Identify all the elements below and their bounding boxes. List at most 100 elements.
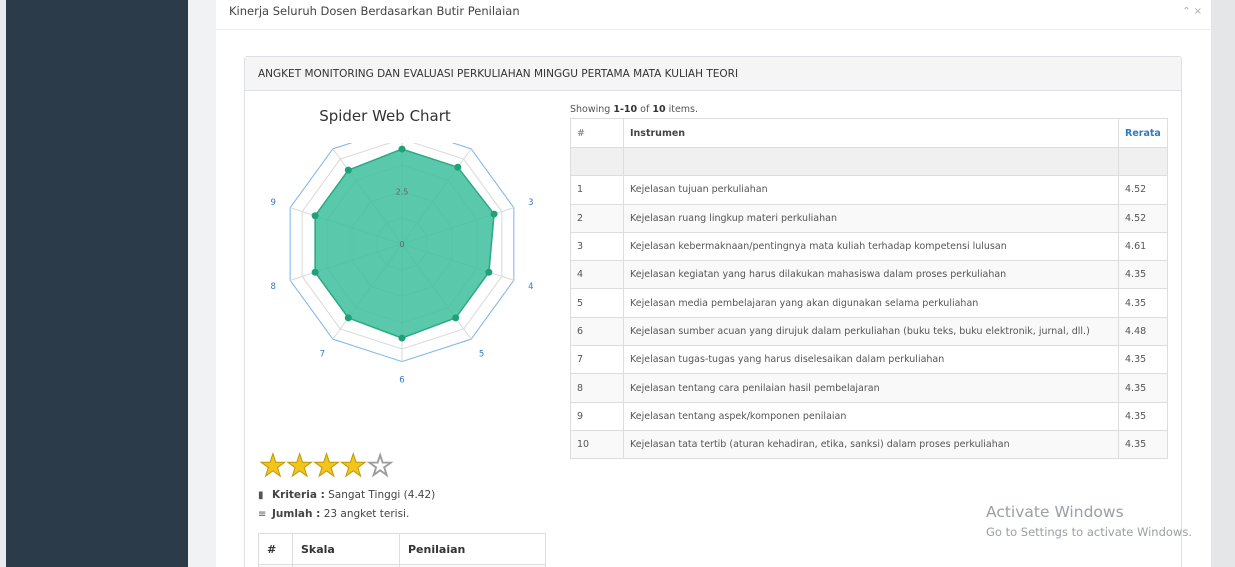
col-num: #: [570, 118, 624, 148]
radar-point: [344, 166, 352, 174]
radar-point: [344, 314, 352, 322]
panel-title: Kinerja Seluruh Dosen Berdasarkan Butir …: [229, 4, 520, 18]
cell-mean: 4.35: [1118, 429, 1168, 460]
cell-num: 5: [570, 288, 624, 318]
star-filled-icon: ★: [285, 448, 314, 484]
close-icon[interactable]: ×: [1194, 6, 1205, 17]
cell-num: 8: [570, 373, 624, 403]
table-summary: Showing 1-10 of 10 items.: [570, 104, 699, 115]
table-row: 9 Kejelasan tentang aspek/komponen penila…: [570, 401, 1168, 431]
cell-instrument: Kejelasan kegiatan yang harus dilakukan …: [623, 260, 1119, 290]
cell-num: 9: [570, 401, 624, 431]
cell-instrument: Kejelasan tujuan perkuliahan: [623, 175, 1119, 205]
scale-col-num: #: [258, 533, 293, 565]
radar-series-area: [314, 148, 495, 339]
star-filled-icon: ★: [339, 448, 368, 484]
instrument-table: # Instrumen Rerata 1 Kejelasan tujuan per…: [570, 118, 1168, 460]
table-row: 1 Kejelasan tujuan perkuliahan 4.52: [570, 175, 1168, 205]
criteria-label: Kriteria :: [272, 489, 325, 501]
cell-mean: 4.35: [1118, 401, 1168, 431]
watermark-title: Activate Windows: [986, 503, 1124, 521]
cell-instrument: Kejelasan tata tertib (aturan kehadiran,…: [623, 429, 1119, 460]
star-rating: ★★★★☆: [259, 448, 395, 484]
radar-category-label: 8: [270, 282, 275, 292]
radar-category-label: 5: [479, 350, 484, 360]
panel-divider: [216, 29, 1211, 30]
radar-point: [398, 334, 406, 342]
radar-point: [454, 163, 462, 171]
cell-num: 6: [570, 316, 624, 347]
sidebar-edge: [0, 0, 6, 567]
cell-mean: 4.61: [1118, 231, 1168, 262]
cell-mean: 4.52: [1118, 175, 1168, 205]
cell-mean: 4.48: [1118, 316, 1168, 347]
scale-table: # Skala Penilaian: [258, 533, 546, 567]
cell-mean: 4.35: [1118, 260, 1168, 290]
cell-num: 1: [570, 175, 624, 205]
chevron-up-icon[interactable]: ⌃: [1182, 6, 1193, 17]
survey-heading: ANGKET MONITORING DAN EVALUASI PERKULIAH…: [245, 57, 1181, 91]
radar-category-label: 6: [399, 375, 404, 385]
cell-instrument: Kejelasan tugas-tugas yang harus diseles…: [623, 345, 1119, 375]
radar-point: [311, 268, 319, 276]
table-row: 3 Kejelasan kebermaknaan/pentingnya mata …: [570, 231, 1168, 262]
survey-panel: ANGKET MONITORING DAN EVALUASI PERKULIAH…: [244, 56, 1182, 567]
cell-instrument: Kejelasan tentang aspek/komponen penilai…: [623, 401, 1119, 431]
radar-point: [311, 212, 319, 220]
table-row: 6 Kejelasan sumber acuan yang dirujuk dal…: [570, 316, 1168, 347]
cell-mean: 4.35: [1118, 345, 1168, 375]
cell-instrument: Kejelasan ruang lingkup materi perkuliah…: [623, 203, 1119, 233]
table-row: 10 Kejelasan tata tertib (aturan kehadira…: [570, 429, 1168, 460]
cell-instrument: Kejelasan sumber acuan yang dirujuk dala…: [623, 316, 1119, 347]
count-value: 23 angket terisi.: [323, 508, 410, 520]
criteria-value: Sangat Tinggi (4.42): [328, 489, 436, 501]
table-row: 7 Kejelasan tugas-tugas yang harus disele…: [570, 345, 1168, 375]
list-icon: ≡: [258, 509, 267, 520]
cell-num: 2: [570, 203, 624, 233]
radar-tick-label: 0: [399, 240, 404, 249]
col-mean-sort[interactable]: Rerata: [1118, 118, 1168, 148]
panel-tools: ⌃×: [1182, 6, 1205, 17]
radar-point: [398, 145, 406, 153]
cell-num: 10: [570, 429, 624, 460]
cell-instrument: Kejelasan tentang cara penilaian hasil p…: [623, 373, 1119, 403]
table-row: 5 Kejelasan media pembelajaran yang akan …: [570, 288, 1168, 318]
watermark-subtitle: Go to Settings to activate Windows.: [986, 525, 1192, 539]
col-instrument: Instrumen: [623, 118, 1119, 148]
cell-mean: 4.35: [1118, 373, 1168, 403]
radar-point: [452, 314, 460, 322]
cell-num: 3: [570, 231, 624, 262]
sidebar: [0, 0, 188, 567]
chart-title: Spider Web Chart: [319, 107, 451, 125]
scale-col-skala: Skala: [292, 533, 400, 565]
book-icon: ▮: [258, 490, 264, 501]
cell-num: 7: [570, 345, 624, 375]
table-row: 2 Kejelasan ruang lingkup materi perkulia…: [570, 203, 1168, 233]
star-empty-icon: ☆: [366, 448, 395, 484]
spider-web-chart: 02.512345678910: [270, 143, 534, 385]
radar-category-label: 7: [320, 350, 325, 360]
radar-point: [485, 268, 493, 276]
radar-category-label: 9: [270, 198, 275, 208]
activate-windows-watermark: Activate Windows Go to Settings to activ…: [986, 503, 1192, 539]
cell-num: 4: [570, 260, 624, 290]
star-filled-icon: ★: [259, 448, 288, 484]
radar-category-label: 4: [528, 282, 533, 292]
radar-tick-label: 2.5: [396, 188, 409, 197]
radar-point: [490, 210, 498, 218]
scale-col-penilaian: Penilaian: [399, 533, 546, 565]
table-row: 4 Kejelasan kegiatan yang harus dilakukan…: [570, 260, 1168, 290]
panel: Kinerja Seluruh Dosen Berdasarkan Butir …: [216, 0, 1211, 567]
cell-instrument: Kejelasan kebermaknaan/pentingnya mata k…: [623, 231, 1119, 262]
star-filled-icon: ★: [312, 448, 341, 484]
cell-mean: 4.52: [1118, 203, 1168, 233]
criteria-line: ▮ Kriteria : Sangat Tinggi (4.42): [258, 489, 435, 501]
filter-row: [570, 146, 1168, 177]
cell-mean: 4.35: [1118, 288, 1168, 318]
table-row: 8 Kejelasan tentang cara penilaian hasil …: [570, 373, 1168, 403]
count-label: Jumlah :: [272, 508, 321, 520]
cell-instrument: Kejelasan media pembelajaran yang akan d…: [623, 288, 1119, 318]
count-line: ≡ Jumlah : 23 angket terisi.: [258, 508, 409, 520]
page-scroll-area: [1211, 0, 1235, 567]
radar-category-label: 3: [528, 198, 533, 208]
